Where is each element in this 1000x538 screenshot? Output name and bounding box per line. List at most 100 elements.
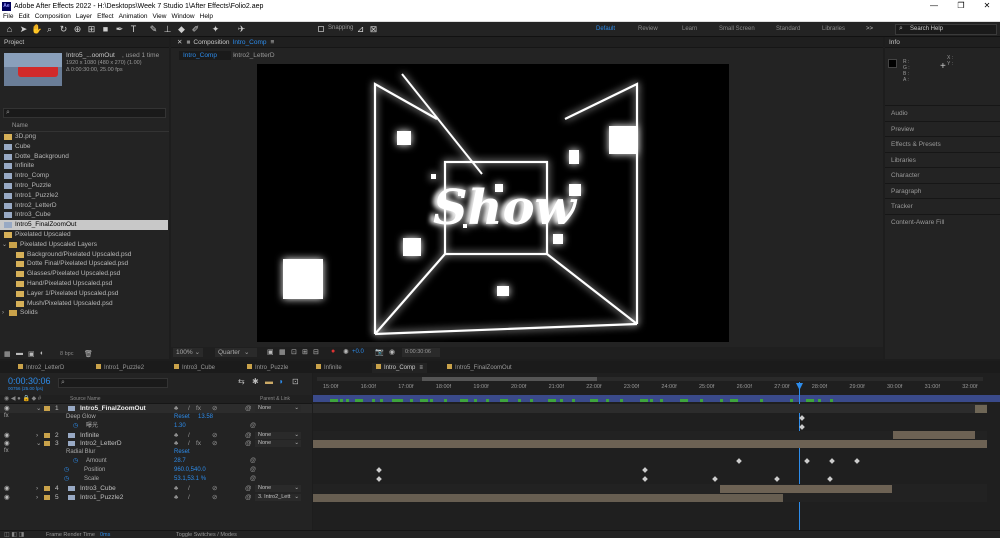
layer-name[interactable]: Intro1_Puzzle2 [80,493,123,502]
right-panel-item-character[interactable]: Character [885,167,1000,182]
collapse-switch-icon[interactable]: / [188,404,190,413]
resolution-select[interactable]: Quarter ⌄ [215,348,257,357]
layer-3-bar[interactable] [313,440,987,448]
eye-icon[interactable]: ◉ [4,493,10,502]
workspace-review[interactable]: Review [638,26,658,32]
timeline-tab-intro-puzzle[interactable]: Intro_Puzzle [247,363,288,373]
toggle-switches-modes[interactable]: Toggle Switches / Modes [176,532,237,538]
label-color-icon[interactable] [44,433,50,438]
zoom-select[interactable]: 100% ⌄ [173,348,203,357]
layer-row-5[interactable]: ◉ › 5 Intro1_Puzzle2 ♣ / ⊘ @3. Intro2_Lett ⌄ [0,493,312,502]
label-color-icon[interactable] [44,441,50,446]
workspace-standard[interactable]: Standard [776,26,800,32]
parent-select[interactable]: None ⌄ [255,440,301,447]
right-panel-item-tracker[interactable]: Tracker [885,198,1000,213]
project-item[interactable]: Glasses/Pixelated Upscaled.psd [0,269,168,279]
menu-layer[interactable]: Layer [76,13,92,20]
grid-icon[interactable]: ⊞ [302,348,308,356]
layer-row-4[interactable]: ◉ › 4 Intro3_Cube ♣ / ⊘ @ None ⌄ [0,484,312,493]
menu-view[interactable]: View [153,13,167,20]
layer-row-3[interactable]: ◉ ⌄ 3 Intro2_LetterD ♣ / fx ⊘ @ None ⌄ [0,439,312,448]
layer-name[interactable]: Intro2_LetterD [80,439,122,448]
right-panel-item-effects-presets[interactable]: Effects & Presets [885,136,1000,151]
right-panel-item-content-aware-fill[interactable]: Content-Aware Fill [885,213,1000,229]
pickwhip-icon[interactable]: @ [250,422,256,431]
snap-features-icon[interactable]: ⊠ [368,24,379,35]
label-color-icon[interactable] [44,406,50,411]
eye-icon[interactable]: ◉ [4,439,10,448]
comp-flowchart-icon[interactable]: ⇆ [238,377,245,386]
expand-icon[interactable]: › [36,484,38,493]
scale-value[interactable]: 53.1,53.1 % [174,475,206,484]
project-item[interactable]: Intro1_Puzzle2 [0,191,168,201]
project-item[interactable]: Cube [0,142,168,152]
timeline-timecode[interactable]: 0:00:30:06 [8,376,51,386]
new-composition-icon[interactable]: ▣ [28,350,35,358]
footer-toggle-icons[interactable]: ◫ ◧ ◨ [4,531,24,538]
panel-menu-icon[interactable]: ≡ [419,365,423,371]
graph-editor-icon[interactable]: ⊡ [292,377,299,386]
eraser-tool-icon[interactable]: ◆ [176,24,187,35]
shy-switch-icon[interactable]: ♣ [174,493,178,502]
parent-select[interactable]: 3. Intro2_Lett ⌄ [255,494,301,501]
collapse-switch-icon[interactable]: / [188,484,190,493]
zoom-tool-icon[interactable]: ⌕ [44,24,55,35]
workspace-default[interactable]: Default [596,26,615,32]
draft-3d-icon[interactable]: ✱ [252,377,259,386]
layer-2-bar[interactable] [893,431,975,439]
parent-link-col[interactable]: Parent & Link [260,396,290,402]
project-item[interactable]: Intro_Puzzle [0,181,168,191]
effect-reset-link[interactable]: Reset [174,413,190,422]
workspace-small-screen[interactable]: Small Screen [719,26,755,32]
layer-1-bar[interactable] [975,405,987,413]
info-tab[interactable]: Info [885,37,1000,48]
maximize-icon[interactable]: ❐ [948,0,974,12]
pickwhip-icon[interactable]: @ [245,493,252,502]
position-value[interactable]: 960.0,540.0 [174,466,206,475]
parent-select[interactable]: None ⌄ [255,405,301,412]
puppet-pin-tool-icon[interactable]: ✈ [236,24,247,35]
menu-composition[interactable]: Composition [35,13,71,20]
snapshot-icon[interactable]: 📷 [375,348,384,356]
timeline-search-input[interactable]: ⌕ [58,378,168,388]
stopwatch-icon[interactable]: ◷ [73,457,78,464]
project-search-input[interactable]: ⌕ [3,108,166,118]
project-item[interactable]: Intro2_LetterD [0,201,168,211]
expand-icon[interactable]: ⌄ [36,404,41,413]
brush-tool-icon[interactable]: ✎ [148,24,159,35]
guides-icon[interactable]: ⊟ [313,348,319,356]
collapse-switch-icon[interactable]: / [188,439,190,448]
expand-open-icon[interactable]: ⌄ [2,240,7,250]
camera-tool-icon[interactable]: ⊕ [72,24,83,35]
pickwhip-icon[interactable]: @ [250,475,256,484]
effect-reset-link[interactable]: Reset [174,448,190,457]
stopwatch-icon[interactable]: ◷ [64,475,69,482]
shy-switch-icon[interactable]: ♣ [174,484,178,493]
shy-icon[interactable]: ▬ [265,377,273,386]
menu-effect[interactable]: Effect [97,13,114,20]
timeline-tab-infinite[interactable]: Infinite [316,363,342,373]
minimize-icon[interactable]: — [921,0,947,12]
layer-5-bar[interactable] [313,494,783,502]
mask-visibility-icon[interactable]: ⊡ [291,348,297,356]
exposure-value[interactable]: 1.30 [174,422,186,431]
composition-tab[interactable]: ✕ ■ Composition Intro_Comp ≡ [171,37,883,48]
project-item[interactable]: Infinite [0,161,168,171]
amount-value[interactable]: 28.7 [174,457,186,466]
transparency-grid-icon[interactable]: ▦ [279,348,286,356]
hand-tool-icon[interactable]: ✋ [31,24,42,35]
home-icon[interactable]: ⌂ [4,24,15,35]
composition-viewer[interactable]: Show Show [257,64,729,342]
close-tab-icon[interactable]: ✕ [177,38,182,46]
project-item[interactable]: Intro5_FinalZoomOut [0,220,168,231]
pen-tool-icon[interactable]: ✒ [114,24,125,35]
right-panel-item-preview[interactable]: Preview [885,120,1000,136]
region-of-interest-icon[interactable]: ▣ [267,348,274,356]
project-tab[interactable]: Project [0,37,169,48]
motion-blur-switch-icon[interactable]: ⊘ [212,404,217,413]
expand-icon[interactable]: › [36,493,38,502]
project-item[interactable]: ⌄ Pixelated Upscaled Layers [0,240,168,250]
menu-edit[interactable]: Edit [18,13,29,20]
stopwatch-icon[interactable]: ◷ [73,422,78,429]
pickwhip-icon[interactable]: @ [250,466,256,475]
